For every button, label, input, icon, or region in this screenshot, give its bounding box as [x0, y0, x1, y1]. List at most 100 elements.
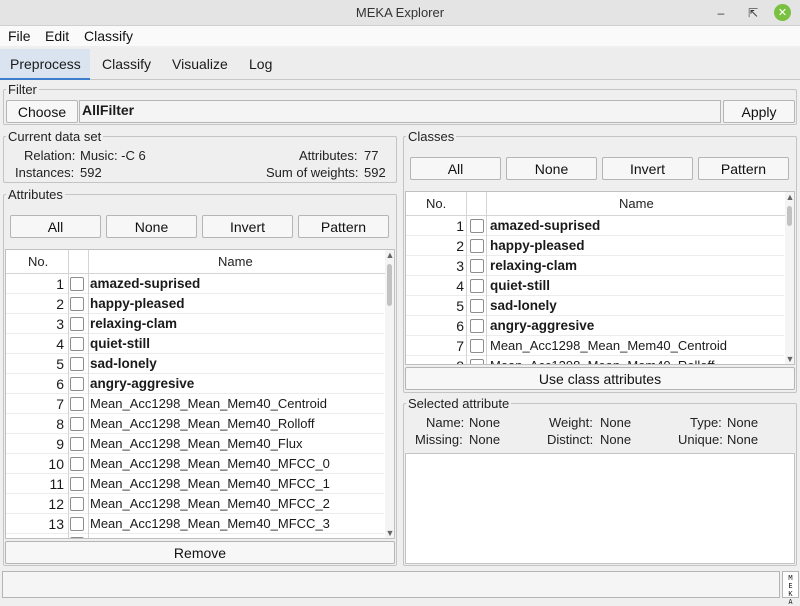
attribute-name: Mean_Acc1298_Mean_Mem40_MFCC_0 — [90, 456, 330, 471]
table-row[interactable]: 12 Mean_Acc1298_Mean_Mem40_MFCC_2 — [6, 494, 384, 514]
attributes-invert-button[interactable]: Invert — [202, 215, 293, 238]
table-row[interactable]: 6 angry-aggresive — [6, 374, 384, 394]
remove-button[interactable]: Remove — [5, 541, 395, 564]
row-checkbox[interactable] — [70, 397, 84, 411]
row-checkbox[interactable] — [470, 239, 484, 253]
row-checkbox[interactable] — [70, 517, 84, 531]
attributes-table[interactable]: No. Name 1 amazed-suprised 2 happy-pleased 3… — [5, 249, 395, 539]
attributes-count-label: Attributes: — [299, 148, 358, 163]
table-row[interactable]: 11 Mean_Acc1298_Mean_Mem40_MFCC_1 — [6, 474, 384, 494]
scroll-thumb[interactable] — [387, 264, 392, 306]
classes-all-button[interactable]: All — [410, 157, 501, 180]
table-row[interactable]: 1 amazed-suprised — [406, 216, 784, 236]
row-checkbox[interactable] — [470, 279, 484, 293]
row-checkbox[interactable] — [70, 457, 84, 471]
scroll-up-icon[interactable]: ▲ — [385, 250, 394, 260]
row-checkbox[interactable] — [70, 537, 84, 538]
table-row[interactable]: 3 relaxing-clam — [406, 256, 784, 276]
classes-invert-button[interactable]: Invert — [602, 157, 693, 180]
row-checkbox[interactable] — [70, 337, 84, 351]
scroll-up-icon[interactable]: ▲ — [785, 192, 794, 202]
row-number: 3 — [56, 316, 64, 332]
row-checkbox[interactable] — [470, 339, 484, 353]
column-divider — [68, 250, 69, 538]
row-checkbox[interactable] — [470, 299, 484, 313]
filter-value-field[interactable]: AllFilter — [79, 100, 721, 123]
row-checkbox[interactable] — [470, 319, 484, 333]
row-checkbox[interactable] — [70, 497, 84, 511]
column-header-name[interactable]: Name — [619, 196, 654, 211]
table-row[interactable]: 6 angry-aggresive — [406, 316, 784, 336]
row-checkbox[interactable] — [70, 437, 84, 451]
attribute-name: amazed-suprised — [490, 218, 601, 233]
scroll-down-icon[interactable]: ▼ — [785, 354, 794, 364]
row-number: 6 — [456, 318, 464, 334]
table-row[interactable]: 2 happy-pleased — [6, 294, 384, 314]
row-number: 8 — [56, 416, 64, 432]
menu-classify[interactable]: Classify — [84, 28, 133, 44]
table-row[interactable]: 4 quiet-still — [406, 276, 784, 296]
table-row[interactable]: 14 Mean_Acc1298_Mean_Mem40_MFCC_4 — [6, 534, 384, 538]
classes-title: Classes — [406, 129, 457, 144]
table-row[interactable]: 2 happy-pleased — [406, 236, 784, 256]
table-row[interactable]: 8 Mean_Acc1298_Mean_Mem40_Rolloff — [406, 356, 784, 364]
choose-filter-button[interactable]: Choose — [6, 100, 78, 123]
column-header-no[interactable]: No. — [426, 196, 446, 211]
table-row[interactable]: 9 Mean_Acc1298_Mean_Mem40_Flux — [6, 434, 384, 454]
table-row[interactable]: 5 sad-lonely — [406, 296, 784, 316]
use-class-attributes-button[interactable]: Use class attributes — [405, 367, 795, 390]
attribute-name: Mean_Acc1298_Mean_Mem40_MFCC_4 — [90, 536, 330, 538]
table-row[interactable]: 4 quiet-still — [6, 334, 384, 354]
classes-scrollbar[interactable]: ▲ ▼ — [785, 192, 794, 364]
row-checkbox[interactable] — [470, 359, 484, 364]
row-checkbox[interactable] — [70, 277, 84, 291]
classes-table[interactable]: No. Name 1 amazed-suprised 2 happy-pleased 3… — [405, 191, 795, 365]
tab-log[interactable]: Log — [239, 49, 282, 80]
table-row[interactable]: 8 Mean_Acc1298_Mean_Mem40_Rolloff — [6, 414, 384, 434]
attributes-pattern-button[interactable]: Pattern — [298, 215, 389, 238]
tab-visualize[interactable]: Visualize — [162, 49, 238, 80]
table-row[interactable]: 10 Mean_Acc1298_Mean_Mem40_MFCC_0 — [6, 454, 384, 474]
restore-icon[interactable]: ⇱ — [744, 4, 762, 22]
table-row[interactable]: 1 amazed-suprised — [6, 274, 384, 294]
close-icon[interactable]: ✕ — [774, 4, 791, 21]
row-checkbox[interactable] — [70, 317, 84, 331]
attributes-none-button[interactable]: None — [106, 215, 197, 238]
table-row[interactable]: 13 Mean_Acc1298_Mean_Mem40_MFCC_3 — [6, 514, 384, 534]
row-number: 14 — [6, 536, 64, 538]
row-checkbox[interactable] — [70, 417, 84, 431]
row-number: 5 — [56, 356, 64, 372]
classes-pattern-button[interactable]: Pattern — [698, 157, 789, 180]
table-row[interactable]: 5 sad-lonely — [6, 354, 384, 374]
attributes-scrollbar[interactable]: ▲ ▼ — [385, 250, 394, 538]
tab-classify[interactable]: Classify — [92, 49, 161, 80]
column-divider — [486, 192, 487, 364]
attribute-name: angry-aggresive — [490, 318, 595, 333]
menu-edit[interactable]: Edit — [45, 28, 69, 44]
row-checkbox[interactable] — [70, 357, 84, 371]
minimize-icon[interactable]: ‒ — [712, 4, 730, 22]
row-checkbox[interactable] — [70, 477, 84, 491]
scroll-thumb[interactable] — [787, 206, 792, 226]
attribute-stats-area — [405, 453, 795, 564]
table-row[interactable]: 7 Mean_Acc1298_Mean_Mem40_Centroid — [406, 336, 784, 356]
attribute-name: amazed-suprised — [90, 276, 201, 291]
classes-none-button[interactable]: None — [506, 157, 597, 180]
row-number: 6 — [56, 376, 64, 392]
row-checkbox[interactable] — [70, 297, 84, 311]
apply-button[interactable]: Apply — [723, 100, 795, 123]
menu-file[interactable]: File — [8, 28, 31, 44]
tab-preprocess[interactable]: Preprocess — [0, 49, 90, 80]
attribute-name: angry-aggresive — [90, 376, 195, 391]
row-checkbox[interactable] — [70, 377, 84, 391]
scroll-down-icon[interactable]: ▼ — [385, 528, 394, 538]
status-message — [2, 571, 780, 598]
table-row[interactable]: 7 Mean_Acc1298_Mean_Mem40_Centroid — [6, 394, 384, 414]
row-checkbox[interactable] — [470, 219, 484, 233]
attributes-all-button[interactable]: All — [10, 215, 101, 238]
relation-value: Music: -C 6 — [80, 148, 146, 163]
table-row[interactable]: 3 relaxing-clam — [6, 314, 384, 334]
column-header-name[interactable]: Name — [218, 254, 253, 269]
row-checkbox[interactable] — [470, 259, 484, 273]
column-header-no[interactable]: No. — [28, 254, 48, 269]
